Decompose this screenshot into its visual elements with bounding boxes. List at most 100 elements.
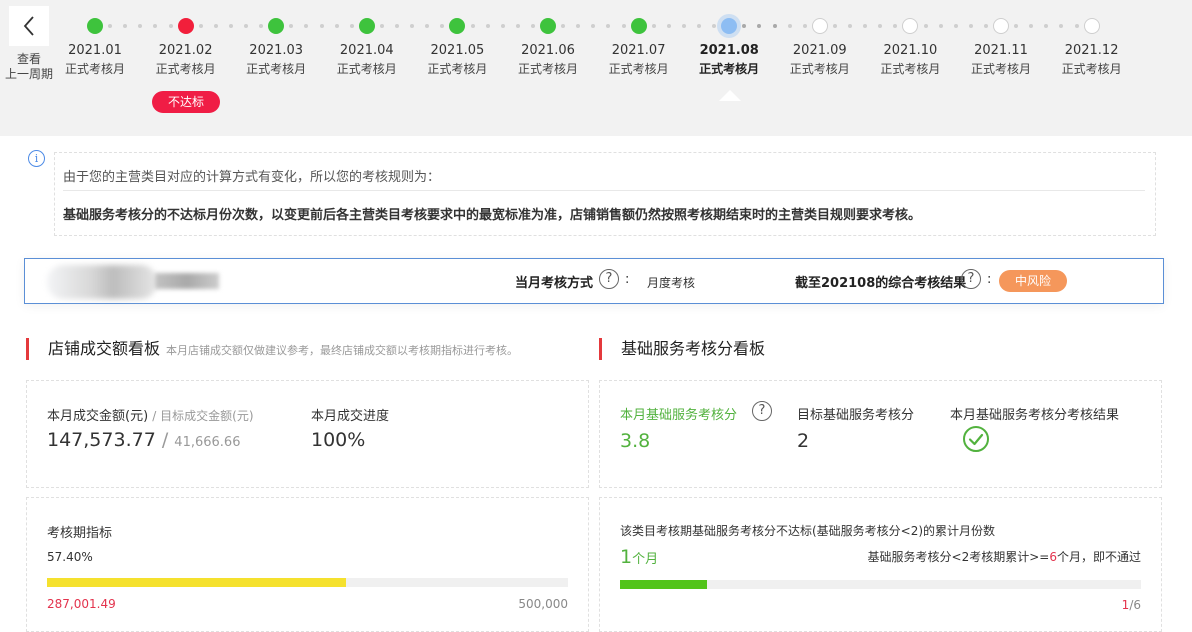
timeline-node-future: [902, 18, 919, 34]
timeline-separator-dot: [425, 24, 430, 28]
timeline-separator-dot: [923, 24, 928, 28]
timeline-separator-dot: [712, 24, 717, 28]
timeline-separator-dot: [244, 24, 248, 28]
rule-suffix: 个月，即不通过: [1056, 550, 1141, 564]
timeline-separator-dot: [757, 24, 762, 28]
overall-result-label: 截至202108的综合考核结果: [795, 276, 967, 291]
sales-board-title: 店铺成交额看板: [48, 339, 161, 358]
timeline-separator-dot: [953, 24, 958, 28]
timeline-node-ok[interactable]: [268, 18, 285, 34]
month-date: 2021.12: [1064, 43, 1119, 58]
help-icon[interactable]: ?: [961, 269, 981, 289]
month-date: 2021.05: [430, 43, 485, 58]
timeline-separator-dot: [198, 24, 203, 28]
monthly-sales-card: 本月成交金额(元) / 目标成交金额(元) 147,573.77 / 41,66…: [26, 380, 589, 488]
timeline-separator-dot: [1029, 24, 1034, 28]
month-date: 2021.08: [699, 43, 759, 58]
timeline-month[interactable]: 2021.06 正式考核月: [508, 42, 588, 78]
timeline-node-ok[interactable]: [87, 18, 103, 34]
timeline-separator-dot: [138, 24, 143, 28]
score-value: 3.8: [620, 430, 651, 452]
timeline-month[interactable]: 2021.08 正式考核月: [689, 42, 769, 78]
risk-badge: 中风险: [999, 270, 1067, 292]
method-label: 当月考核方式: [515, 276, 594, 291]
timeline-month[interactable]: 2021.07 正式考核月: [599, 42, 679, 78]
timeline-separator-dot: [848, 24, 852, 28]
month-date: 2021.04: [339, 43, 394, 58]
period-progress-track: [47, 578, 568, 587]
month-type: 正式考核月: [970, 62, 1031, 76]
timeline-node-ok[interactable]: [540, 18, 556, 34]
month-type: 正式考核月: [246, 62, 307, 76]
timeline-month[interactable]: 2021.04 正式考核月: [327, 42, 407, 78]
month-type: 正式考核月: [336, 62, 397, 76]
timeline-separator-dot: [168, 24, 173, 28]
timeline-node-bad[interactable]: [177, 18, 194, 34]
timeline-separator-dot: [591, 24, 596, 28]
timeline-separator-dot: [772, 24, 777, 28]
timeline-separator-dot: [395, 24, 399, 28]
score-label: 本月基础服务考核分: [620, 408, 738, 423]
sales-amount-label: 本月成交金额(元) / 目标成交金额(元): [47, 405, 254, 424]
timeline-separator-dot: [1074, 24, 1079, 28]
cumulative-label: 该类目考核期基础服务考核分不达标(基础服务考核分<2)的累计月份数: [620, 524, 996, 538]
timeline-separator-dot: [289, 24, 294, 28]
help-icon[interactable]: ?: [752, 401, 772, 421]
month-type: 正式考核月: [880, 62, 941, 76]
rule-notice: 由于您的主营类目对应的计算方式有变化，所以您的考核规则为： 基础服务考核分的不达…: [54, 152, 1156, 236]
timeline-separator-dot: [863, 24, 868, 28]
timeline-node-ok[interactable]: [630, 18, 647, 34]
timeline-separator-dot: [108, 24, 113, 28]
count-total: /6: [1129, 598, 1141, 612]
sales-board-subtitle: 本月店铺成交额仅做建议参考，最终店铺成交额以考核期指标进行考核。: [166, 344, 519, 357]
month-date: 2021.10: [883, 43, 938, 58]
timeline-separator-dot: [802, 24, 807, 28]
timeline-separator-dot: [968, 24, 973, 28]
timeline-separator-dot: [742, 24, 747, 28]
method-colon: :: [625, 272, 630, 287]
cumulative-value: 1个月: [620, 546, 658, 568]
timeline-month[interactable]: 2021.03 正式考核月: [236, 42, 316, 78]
timeline-month[interactable]: 2021.05 正式考核月: [417, 42, 497, 78]
service-board-header: 基础服务考核分看板: [599, 338, 765, 360]
month-type: 正式考核月: [64, 62, 125, 76]
period-progress-fill: [47, 578, 347, 587]
timeline-month[interactable]: 2021.02 正式考核月: [146, 42, 226, 78]
target-score-value: 2: [797, 430, 810, 452]
store-id-redacted: [155, 273, 219, 289]
timeline-separator-dot: [606, 24, 611, 28]
service-score-card: 本月基础服务考核分 ? 3.8 目标基础服务考核分 2 本月基础服务考核分考核结…: [599, 380, 1162, 488]
rule-prefix: 基础服务考核分<2考核期累计>=: [867, 550, 1050, 564]
period-target-value: 500,000: [518, 597, 568, 611]
timeline-node-current[interactable]: [721, 18, 738, 34]
timeline-separator-dot: [983, 24, 988, 28]
timeline-separator-dot: [228, 24, 233, 28]
timeline-separator-dot: [440, 24, 445, 28]
sales-board-header: 店铺成交额看板 本月店铺成交额仅做建议参考，最终店铺成交额以考核期指标进行考核。: [26, 338, 518, 360]
sales-amount-value: 147,573.77 / 41,666.66: [47, 429, 240, 451]
timeline-month[interactable]: 2021.01 正式考核月: [55, 42, 135, 78]
help-icon[interactable]: ?: [599, 269, 619, 289]
method-value: 月度考核: [647, 276, 696, 290]
score-result-label: 本月基础服务考核分考核结果: [950, 408, 1120, 423]
timeline-node-ok[interactable]: [358, 18, 375, 34]
timeline-node-ok[interactable]: [449, 18, 466, 34]
timeline-separator-dot: [681, 24, 686, 28]
timeline-separator-dot: [651, 24, 656, 28]
timeline-separator-dot: [349, 24, 354, 28]
timeline-separator-dot: [334, 24, 339, 28]
target-label-text: 目标成交金额(元): [160, 409, 254, 423]
current-month-caret: [719, 90, 741, 101]
timeline-separator-dot: [470, 24, 475, 28]
fail-badge: 不达标: [152, 91, 220, 113]
value-slash: /: [161, 429, 169, 451]
progress-label: 本月成交进度: [311, 409, 390, 424]
timeline-separator-dot: [621, 24, 626, 28]
timeline-separator-dot: [1059, 24, 1064, 28]
timeline-node-future: [1083, 18, 1100, 34]
info-icon: i: [28, 150, 45, 167]
cumulative-unit: 个月: [632, 552, 659, 567]
cumulative-progress-track: [620, 580, 1141, 589]
timeline-separator-dot: [500, 24, 505, 28]
cumulative-progress-fill: [620, 580, 707, 589]
